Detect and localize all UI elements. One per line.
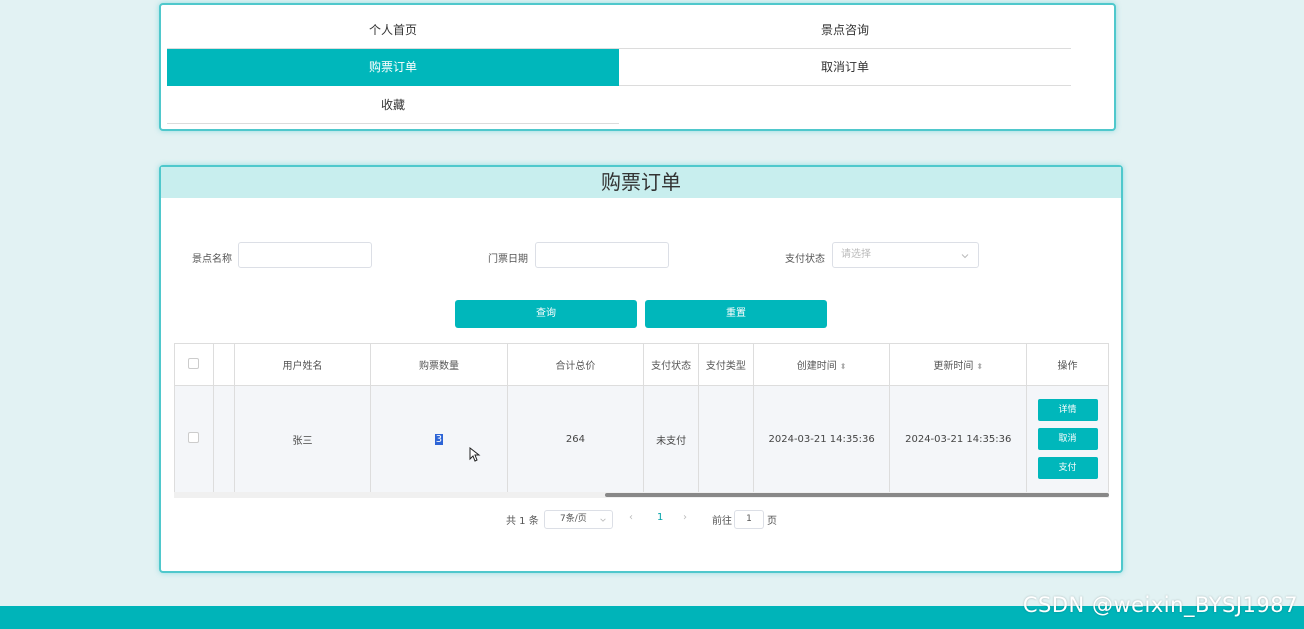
spacer-cell: [212, 343, 235, 386]
pagination-total: 共 1 条: [506, 516, 539, 527]
sort-icon[interactable]: ⬍: [840, 362, 847, 371]
header-quantity: 购票数量: [370, 343, 508, 386]
quantity-value: 3: [434, 433, 444, 445]
header-updated[interactable]: 更新时间 ⬍: [889, 343, 1028, 386]
nav-card: 个人首页 景点咨询 购票订单 取消订单 收藏: [159, 3, 1116, 131]
header-user-name: 用户姓名: [233, 343, 372, 386]
chevron-down-icon: [600, 518, 606, 522]
header-pay-type: 支付类型: [698, 343, 754, 386]
header-actions: 操作: [1026, 343, 1109, 386]
watermark: CSDN @weixin_BYSJ1987: [1022, 593, 1298, 617]
scrollbar-thumb[interactable]: [605, 493, 1109, 497]
ticket-date-input[interactable]: [535, 242, 669, 268]
nav-item-home[interactable]: 个人首页: [167, 12, 619, 49]
sort-icon[interactable]: ⬍: [976, 362, 983, 371]
next-page-icon[interactable]: ›: [683, 512, 687, 523]
table-row: 张三 3 264 未支付 2024-03-21 14:35:36 2024-03…: [174, 385, 1109, 493]
cell-actions: 详情 取消 支付: [1026, 385, 1109, 493]
cell-pay-type: [698, 385, 754, 493]
pay-status-label: 支付状态: [785, 254, 825, 265]
page-suffix: 页: [767, 516, 777, 527]
prev-page-icon[interactable]: ‹: [629, 512, 633, 523]
header-updated-label: 更新时间: [933, 361, 974, 372]
page-title: 购票订单: [161, 167, 1121, 198]
orders-table: 用户姓名 购票数量 合计总价 支付状态 支付类型 创建时间 ⬍ 更新时间 ⬍ 操作 …: [174, 343, 1109, 493]
row-checkbox[interactable]: [188, 432, 200, 443]
header-total: 合计总价: [506, 343, 645, 386]
nav-item-favorites[interactable]: 收藏: [167, 87, 619, 124]
table-header-row: 用户姓名 购票数量 合计总价 支付状态 支付类型 创建时间 ⬍ 更新时间 ⬍ 操作: [174, 343, 1109, 386]
reset-button[interactable]: 重置: [645, 300, 827, 328]
spot-name-label: 景点名称: [192, 254, 232, 265]
ticket-date-label: 门票日期: [488, 254, 528, 265]
select-all-checkbox[interactable]: [188, 357, 200, 369]
cell-total: 264: [506, 385, 645, 493]
spacer-cell: [212, 385, 235, 493]
nav-item-ticket-orders[interactable]: 购票订单: [167, 49, 619, 86]
header-pay-status: 支付状态: [643, 343, 699, 386]
cell-quantity: 3: [370, 385, 508, 493]
header-created[interactable]: 创建时间 ⬍: [752, 343, 891, 386]
nav-item-cancel-orders[interactable]: 取消订单: [619, 49, 1071, 86]
row-select-cell[interactable]: [174, 385, 214, 493]
spot-name-input[interactable]: [238, 242, 372, 268]
page-size-value: 7条/页: [560, 514, 587, 524]
current-page-number[interactable]: 1: [657, 512, 663, 523]
pay-button[interactable]: 支付: [1037, 457, 1098, 479]
pay-status-select[interactable]: 请选择: [832, 242, 979, 268]
chevron-down-icon: [961, 254, 969, 259]
page-size-select[interactable]: 7条/页: [544, 510, 613, 529]
pay-status-placeholder: 请选择: [841, 249, 871, 260]
goto-label: 前往: [712, 516, 732, 527]
goto-page-input[interactable]: 1: [734, 510, 764, 529]
cell-updated: 2024-03-21 14:35:36: [889, 385, 1028, 493]
cancel-button[interactable]: 取消: [1037, 428, 1098, 450]
header-created-label: 创建时间: [796, 361, 837, 372]
detail-button[interactable]: 详情: [1037, 399, 1098, 421]
cell-pay-status: 未支付: [643, 385, 699, 493]
cell-user-name: 张三: [233, 385, 372, 493]
main-card: 购票订单 景点名称 门票日期 支付状态 请选择 查询 重置 用户姓名 购票数量 …: [159, 165, 1123, 573]
horizontal-scrollbar[interactable]: [174, 492, 1109, 498]
select-all-cell[interactable]: [174, 343, 214, 386]
cell-created: 2024-03-21 14:35:36: [752, 385, 891, 493]
mouse-cursor-icon: [469, 447, 481, 462]
search-button[interactable]: 查询: [455, 300, 637, 328]
nav-item-spot-consult[interactable]: 景点咨询: [619, 12, 1071, 49]
